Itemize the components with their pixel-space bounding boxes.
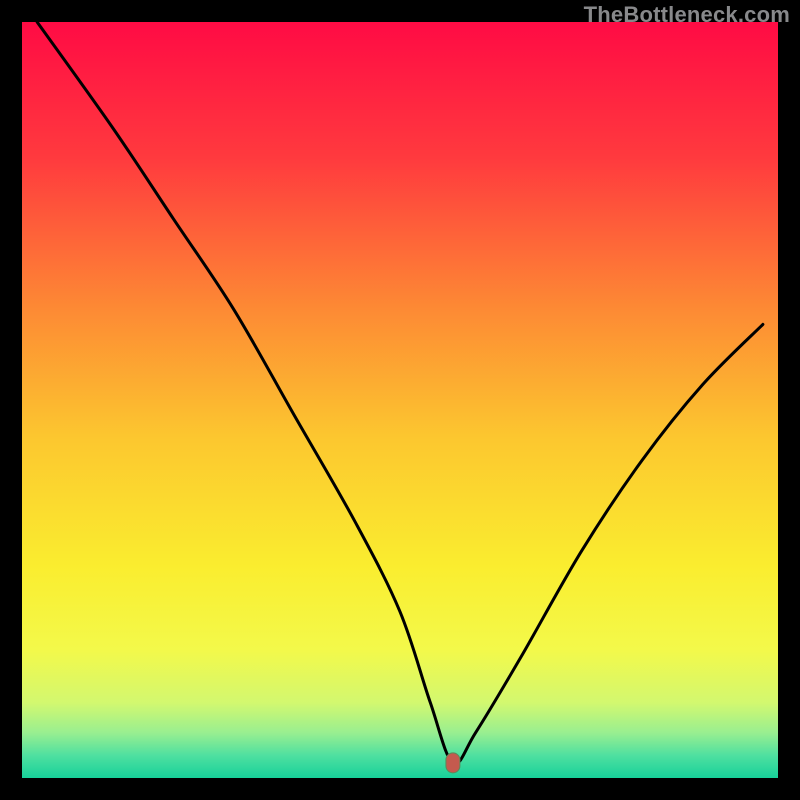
bottleneck-chart [22, 22, 778, 778]
minimum-marker [446, 753, 460, 773]
plot-area [22, 22, 778, 778]
chart-frame: TheBottleneck.com [0, 0, 800, 800]
gradient-background [22, 22, 778, 778]
